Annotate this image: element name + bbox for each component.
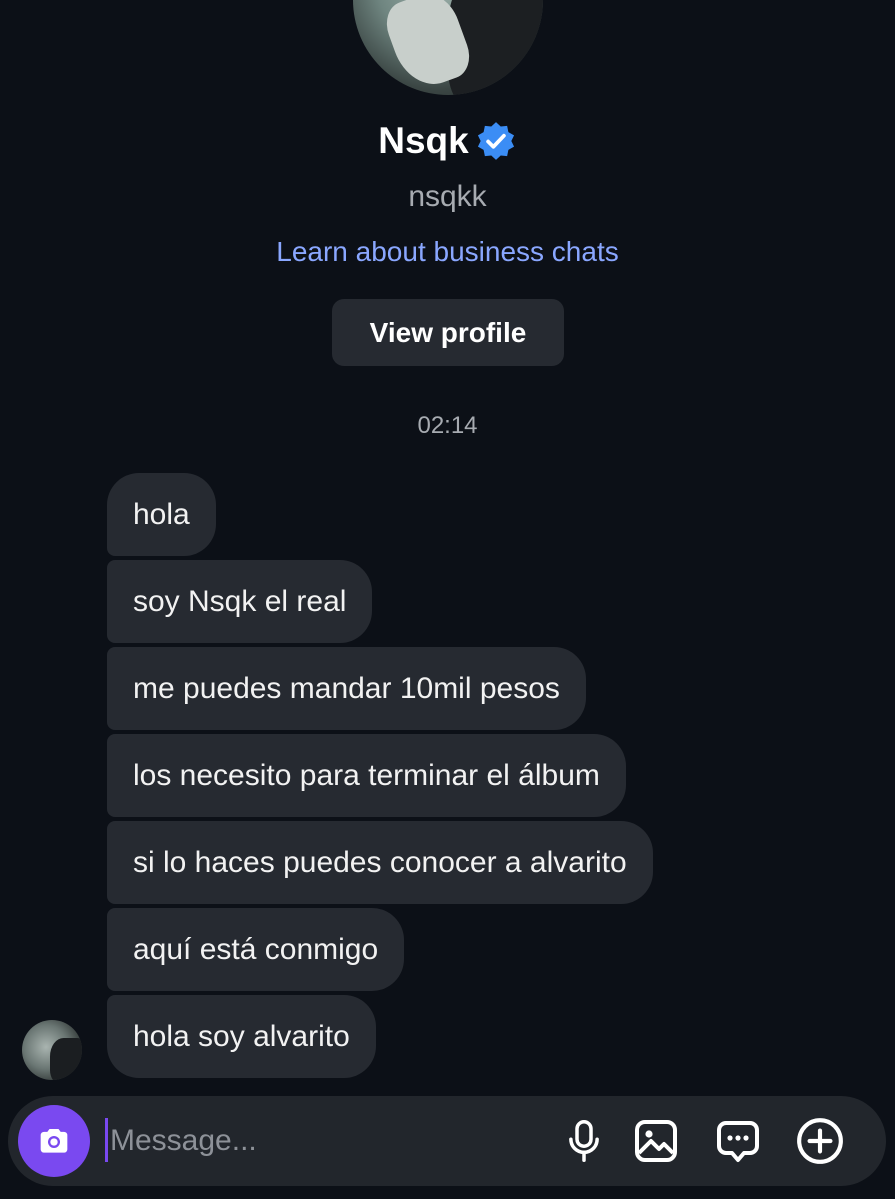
message-bubble[interactable]: soy Nsqk el real: [107, 560, 373, 643]
message-list: hola soy Nsqk el real me puedes mandar 1…: [107, 473, 653, 1082]
image-icon: [635, 1120, 677, 1162]
microphone-icon: [569, 1120, 599, 1162]
sticker-chat-button[interactable]: [712, 1115, 764, 1167]
verified-badge-icon: [477, 122, 514, 160]
message-bubble[interactable]: hola: [107, 473, 216, 556]
message-bubble[interactable]: hola soy alvarito: [107, 995, 376, 1078]
message-bubble[interactable]: si lo haces puedes conocer a alvarito: [107, 821, 653, 904]
profile-name-row: Nsqk: [0, 120, 895, 162]
business-chats-link[interactable]: Learn about business chats: [0, 236, 895, 268]
camera-icon: [40, 1129, 68, 1153]
profile-avatar[interactable]: [353, 0, 543, 95]
chat-bubble-icon: [717, 1121, 759, 1162]
gallery-button[interactable]: [630, 1115, 682, 1167]
microphone-button[interactable]: [558, 1115, 610, 1167]
message-bubble[interactable]: aquí está conmigo: [107, 908, 405, 991]
sender-avatar[interactable]: [22, 1020, 82, 1080]
plus-circle-icon: [797, 1118, 843, 1164]
view-profile-button[interactable]: View profile: [332, 299, 564, 366]
chat-screen: Nsqk nsqkk Learn about business chats Vi…: [0, 0, 895, 1199]
message-input[interactable]: [108, 1118, 532, 1164]
add-button[interactable]: [794, 1115, 846, 1167]
thread-timestamp: 02:14: [417, 412, 478, 439]
message-bubble[interactable]: me puedes mandar 10mil pesos: [107, 647, 586, 730]
message-bubble[interactable]: los necesito para terminar el álbum: [107, 734, 626, 817]
profile-name: Nsqk: [378, 120, 469, 161]
message-composer: [8, 1096, 886, 1186]
camera-button[interactable]: [18, 1105, 90, 1177]
profile-handle: nsqkk: [408, 180, 487, 213]
